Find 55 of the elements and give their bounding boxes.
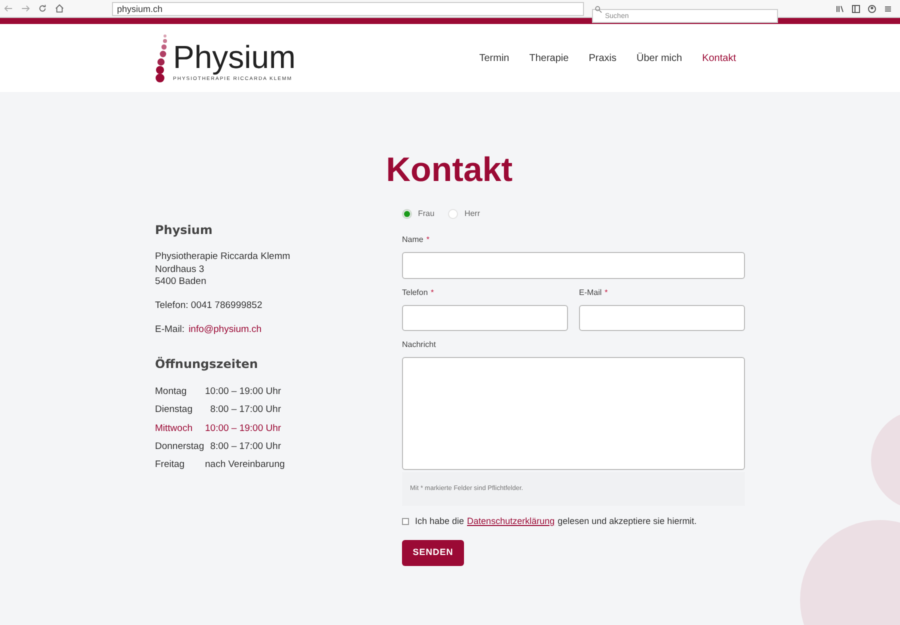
radio-button[interactable] [448,209,458,219]
submit-button[interactable]: SENDEN [402,540,464,566]
weekday-label: Freitag [155,458,186,472]
weekday-label: Mittwoch [155,422,194,436]
address-line: Nordhaus 3 [155,264,206,276]
forward-arrow-icon[interactable] [21,4,30,13]
menu-icon[interactable] [884,4,892,12]
opening-hours: 10:00 – 19:00 Uhr [205,385,281,399]
weekday-label: Montag [155,385,188,399]
consent-text: gelesen und akzeptiere sie hiermit. [558,515,697,528]
address-bar[interactable]: physium.ch [112,2,584,16]
radio-button[interactable] [402,209,412,219]
required-mark: * [604,287,608,299]
phone-field[interactable] [402,305,568,331]
opening-hours: 10:00 – 19:00 Uhr [205,422,281,436]
required-mark: * [430,287,434,299]
radio-label: Herr [464,208,480,220]
weekday-label: Dienstag [155,403,194,418]
field-label: Name [402,234,424,246]
reload-icon[interactable] [38,4,47,13]
opening-hours: 8:00 – 17:00 Uhr [209,403,281,418]
home-icon[interactable] [55,4,64,13]
sidebar-icon[interactable] [852,4,860,12]
consent-checkbox[interactable] [402,518,409,526]
email-label: E-Mail: [155,322,185,337]
weekday-label: Donnerstag [155,440,205,454]
section-heading: Öffnungszeiten [155,356,259,373]
nav-link[interactable]: Praxis [588,50,616,66]
page-title: Kontakt [386,150,513,191]
phone-text: Telefon: 0041 786999852 [155,298,264,312]
section-heading: Physium [155,222,214,239]
field-label: Telefon [402,287,428,299]
library-icon[interactable] [836,4,844,12]
search-icon [595,6,602,12]
consent-text: Ich habe die [415,515,464,528]
address-line: 5400 Baden [155,276,208,288]
name-field[interactable] [402,252,745,279]
nav-link[interactable]: Therapie [529,50,569,66]
logo-dots-icon [155,33,169,83]
required-mark: * [426,234,430,246]
nav-link[interactable]: Über mich [636,50,682,66]
logo-wordmark: Physium [173,40,296,74]
field-label: E-Mail [579,287,602,299]
email-link[interactable]: info@physium.ch [188,322,262,337]
field-label: Nachricht [402,339,436,351]
account-icon[interactable] [868,4,876,12]
message-field[interactable] [402,357,745,470]
email-field[interactable] [579,305,745,331]
radio-label: Frau [418,208,434,220]
privacy-link[interactable]: Datenschutzerklärung [467,515,555,528]
address-line: Physiotherapie Riccarda Klemm [155,251,292,264]
opening-hours: 8:00 – 17:00 Uhr [209,440,281,454]
back-arrow-icon[interactable] [4,4,13,13]
nav-link[interactable]: Kontakt [702,50,736,66]
nav-link[interactable]: Termin [479,50,510,66]
